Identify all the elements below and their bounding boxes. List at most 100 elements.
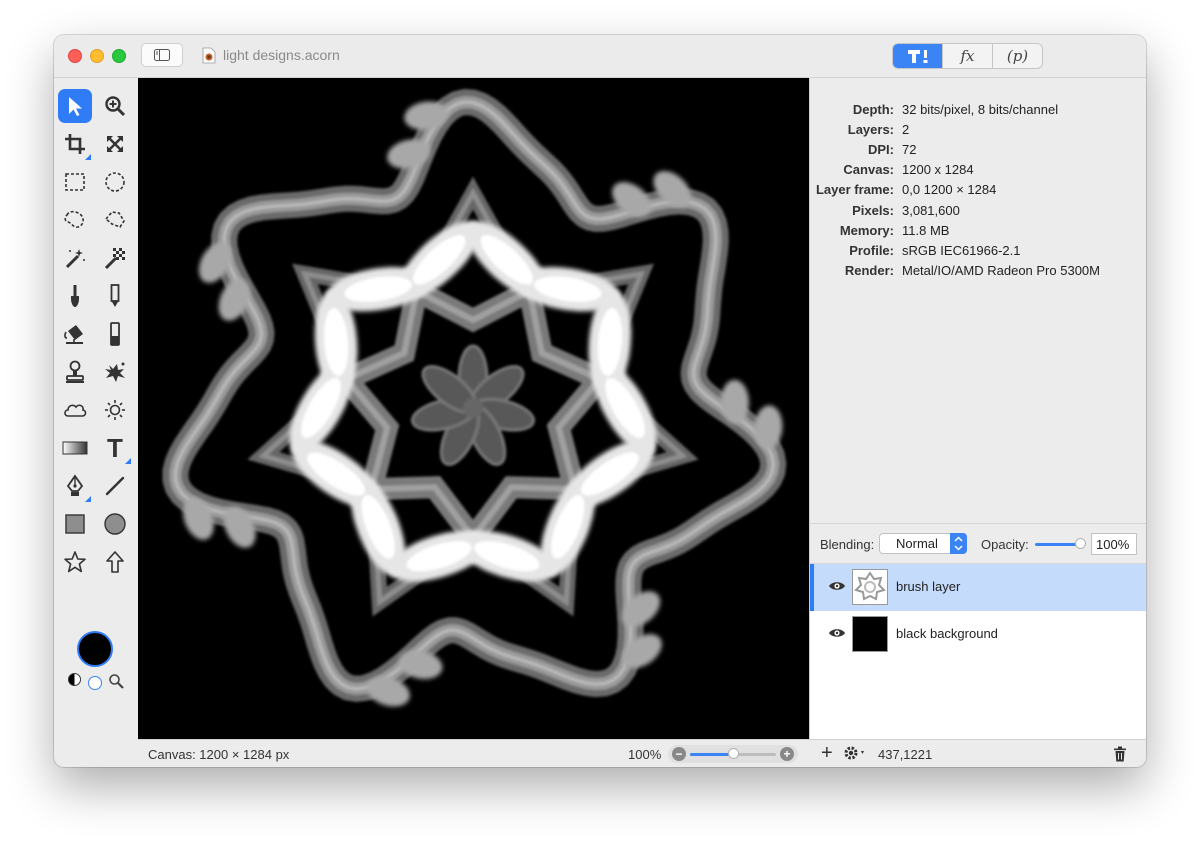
color-picker-magnifier-icon[interactable]: [108, 673, 124, 689]
magic-wand-icon: [65, 249, 85, 269]
info-label: Layers:: [847, 121, 894, 137]
info-row-layers: Layers: 2: [810, 119, 1146, 139]
layer-row-brush-layer[interactable]: brush layer: [810, 564, 1146, 611]
paint-bucket-tool[interactable]: [58, 317, 92, 351]
crop-tool[interactable]: [58, 127, 92, 161]
tab-tools[interactable]: [893, 44, 942, 68]
circle-icon: [104, 513, 126, 535]
rect-select-tool[interactable]: [58, 165, 92, 199]
info-row-depth: Depth: 32 bits/pixel, 8 bits/channel: [810, 99, 1146, 119]
layers-list: brush layer black background: [810, 563, 1146, 739]
gradient-tool[interactable]: [58, 431, 92, 465]
oval-shape-tool[interactable]: [98, 507, 132, 541]
info-value: 32 bits/pixel, 8 bits/channel: [902, 101, 1059, 117]
sidebar-icon: [154, 49, 170, 61]
zoom-window-button[interactable]: [112, 49, 126, 63]
window-title: light designs.acorn: [223, 47, 340, 63]
tool-options-indicator: [85, 496, 91, 502]
info-row-memory: Memory: 11.8 MB: [810, 220, 1146, 240]
eraser-icon: [110, 322, 120, 346]
paint-bucket-icon: [64, 325, 83, 344]
clone-stamp-tool[interactable]: [58, 355, 92, 389]
eye-icon[interactable]: [828, 626, 846, 640]
plugins-icon: (p): [1006, 47, 1029, 65]
swap-colors-icon[interactable]: [68, 673, 81, 686]
tool-options-indicator: [85, 154, 91, 160]
info-label: Canvas:: [843, 162, 894, 178]
magic-wand-tool[interactable]: [58, 241, 92, 275]
star-shape-tool[interactable]: [58, 545, 92, 579]
instant-alpha-tool[interactable]: [98, 241, 132, 275]
sun-icon: [105, 400, 125, 420]
smudge-tool[interactable]: [58, 393, 92, 427]
pencil-tool[interactable]: [98, 279, 132, 313]
lasso-tool[interactable]: [58, 203, 92, 237]
eraser-tool[interactable]: [98, 317, 132, 351]
polygon-lasso-tool[interactable]: [98, 203, 132, 237]
brush-tool[interactable]: [58, 279, 92, 313]
sidebar-toggle-button[interactable]: [141, 43, 183, 67]
square-icon: [65, 514, 85, 534]
zoom-out-button[interactable]: −: [672, 747, 686, 761]
arrow-shape-tool[interactable]: [98, 545, 132, 579]
arrow-pointer-icon: [69, 97, 82, 116]
crop-icon: [65, 134, 85, 154]
info-label: Memory:: [839, 222, 894, 238]
blending-controls: Blending: Normal Opacity: 100%: [810, 523, 1146, 563]
opacity-slider-knob[interactable]: [1075, 538, 1086, 549]
effects-icon: fx: [960, 47, 975, 65]
stamp-icon: [66, 360, 84, 383]
dashed-circle-icon: [105, 172, 125, 192]
line-icon: [105, 476, 125, 496]
trash-icon[interactable]: [1113, 746, 1127, 762]
tab-effects[interactable]: fx: [942, 44, 992, 68]
info-value: Metal/IO/AMD Radeon Pro 5300M: [902, 263, 1100, 279]
canvas-size-status: Canvas: 1200 × 1284 px: [148, 747, 290, 762]
info-row-layer-frame: Layer frame: 0,0 1200 × 1284: [810, 180, 1146, 200]
dodge-tool[interactable]: [98, 393, 132, 427]
inspector-panel: Depth: 32 bits/pixel, 8 bits/channel Laye…: [809, 78, 1146, 739]
image-canvas[interactable]: [138, 78, 809, 739]
opacity-field[interactable]: 100%: [1091, 533, 1137, 555]
healing-tool[interactable]: [98, 355, 132, 389]
zoom-control: − +: [668, 745, 798, 763]
info-row-pixels: Pixels: 3,081,600: [810, 200, 1146, 220]
minimize-window-button[interactable]: [90, 49, 104, 63]
bezier-pen-tool[interactable]: [58, 469, 92, 503]
info-row-dpi: DPI: 72: [810, 139, 1146, 159]
zoom-in-button[interactable]: +: [780, 747, 794, 761]
info-value: 0,0 1200 × 1284: [902, 182, 997, 198]
info-row-render: Render: Metal/IO/AMD Radeon Pro 5300M: [810, 261, 1146, 281]
info-label: Pixels:: [852, 202, 894, 218]
tab-plugins[interactable]: (p): [992, 44, 1042, 68]
layer-row-black-background[interactable]: black background: [810, 611, 1146, 658]
rectangle-shape-tool[interactable]: [58, 507, 92, 541]
eye-icon[interactable]: [828, 579, 846, 593]
ellipse-select-tool[interactable]: [98, 165, 132, 199]
magnifier-plus-icon: [105, 96, 126, 117]
blending-mode-select[interactable]: Normal: [879, 533, 967, 554]
text-tool[interactable]: T: [98, 431, 132, 465]
status-bar: Canvas: 1200 × 1284 px 100% − + + 437,12…: [138, 739, 1146, 767]
layer-name: black background: [896, 626, 998, 641]
layer-thumbnail: [852, 569, 888, 605]
line-tool[interactable]: [98, 469, 132, 503]
info-row-profile: Profile: sRGB IEC61966-2.1: [810, 240, 1146, 260]
add-layer-button[interactable]: +: [821, 742, 833, 765]
checker-wand-icon: [104, 248, 125, 269]
move-tool[interactable]: [58, 89, 92, 123]
polygon-lasso-icon: [104, 211, 125, 228]
gear-icon[interactable]: [842, 744, 868, 762]
splatter-icon: [105, 362, 125, 382]
info-label: Depth:: [852, 101, 894, 117]
zoom-slider-knob[interactable]: [728, 748, 739, 759]
close-window-button[interactable]: [68, 49, 82, 63]
info-label: DPI:: [868, 141, 894, 157]
zoom-tool[interactable]: [98, 89, 132, 123]
cloud-icon: [64, 404, 87, 417]
cursor-coordinates: 437,1221: [878, 747, 933, 762]
transform-tool[interactable]: [98, 127, 132, 161]
foreground-color-well[interactable]: [77, 631, 113, 667]
background-color-well[interactable]: [88, 676, 102, 690]
image-info: Depth: 32 bits/pixel, 8 bits/channel Laye…: [810, 99, 1146, 281]
